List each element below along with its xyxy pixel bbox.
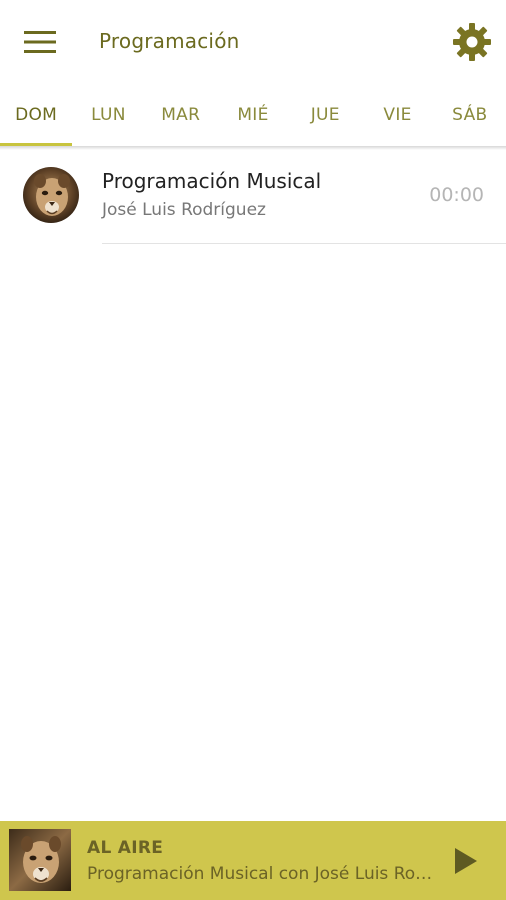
program-host: José Luis Rodríguez [102,200,266,220]
play-icon [455,848,477,874]
tab-vie[interactable]: VIE [361,84,433,146]
tab-dom[interactable]: DOM [0,84,73,146]
schedule-list: Programación Musical José Luis Rodríguez… [0,150,506,244]
day-tabs: DOM LUN MAR MIÉ JUE VIE SÁB [0,84,506,146]
player-thumbnail [9,829,71,891]
page-title: Programación [99,29,240,53]
puma-photo [9,829,71,891]
list-divider [102,243,506,244]
mini-player[interactable]: AL AIRE Programación Musical con José Lu… [0,821,506,900]
now-playing-text: Programación Musical con José Luis Rodrí… [87,864,437,884]
tab-mar[interactable]: MAR [145,84,217,146]
app-screen: Programación DOM LUN MAR MIÉ JUE VIE SÁB… [0,0,506,900]
tab-jue[interactable]: JUE [289,84,361,146]
hamburger-menu-icon [24,31,56,53]
tab-sab[interactable]: SÁB [434,84,506,146]
menu-button[interactable] [18,22,62,62]
tab-mie[interactable]: MIÉ [217,84,289,146]
play-button[interactable] [446,841,486,881]
on-air-label: AL AIRE [87,838,164,858]
settings-button[interactable] [450,20,494,64]
top-app-bar: Programación [0,0,506,84]
gear-icon [453,23,491,61]
avatar [23,167,79,223]
tab-lun[interactable]: LUN [72,84,144,146]
puma-photo [23,167,79,223]
list-item[interactable]: Programación Musical José Luis Rodríguez… [0,150,506,244]
program-time: 00:00 [429,184,484,206]
program-title: Programación Musical [102,169,322,193]
